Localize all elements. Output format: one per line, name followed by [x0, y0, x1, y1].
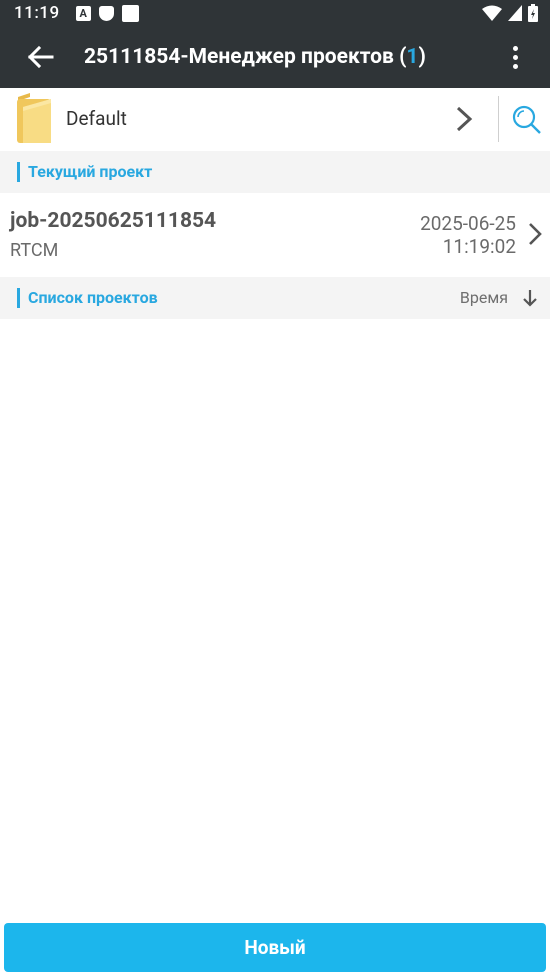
current-project-header: Текущий проект	[0, 151, 550, 193]
sort-label[interactable]: Время	[460, 277, 508, 319]
page-title: 25111854-Менеджер проектов (1)	[84, 26, 474, 88]
shield-icon	[98, 5, 114, 21]
arrow-left-icon	[27, 45, 54, 69]
signal-icon	[508, 5, 522, 21]
status-bar: 11:19 A	[0, 0, 550, 26]
project-type: RTCM	[10, 240, 59, 261]
project-name: job-20250625111854	[10, 209, 217, 233]
project-list-header: Список проектов Время	[0, 277, 550, 319]
folder-icon	[17, 93, 51, 143]
notification-icons: A	[75, 4, 139, 22]
search-icon[interactable]	[510, 103, 542, 135]
back-button[interactable]	[22, 42, 58, 72]
app-bar: 25111854-Менеджер проектов (1)	[0, 26, 550, 88]
more-vert-icon[interactable]	[508, 46, 522, 70]
chevron-right-icon[interactable]	[452, 105, 476, 133]
status-time: 11:19	[14, 3, 60, 23]
a-icon: A	[75, 5, 91, 21]
wifi-icon	[482, 5, 502, 21]
current-project-item[interactable]: job-20250625111854 RTCM 2025-06-25 11:19…	[0, 195, 550, 275]
square-icon	[121, 4, 139, 22]
section-marker	[17, 162, 20, 182]
section-marker	[17, 288, 20, 308]
battery-icon	[528, 4, 538, 22]
new-project-button[interactable]: Новый	[4, 923, 546, 972]
section-label: Текущий проект	[28, 162, 153, 181]
title-text: 25111854-Менеджер проектов (	[84, 45, 407, 69]
project-date: 2025-06-25	[420, 212, 516, 235]
system-icons	[482, 4, 538, 22]
folder-selector[interactable]: Default	[0, 88, 550, 150]
divider	[498, 96, 499, 142]
folder-name: Default	[66, 107, 127, 130]
chevron-right-icon	[529, 223, 542, 245]
project-count: 1	[406, 45, 419, 69]
project-time: 11:19:02	[442, 235, 516, 258]
title-suffix: )	[418, 45, 426, 69]
section-label: Список проектов	[28, 288, 158, 307]
arrow-down-icon[interactable]	[522, 288, 538, 308]
